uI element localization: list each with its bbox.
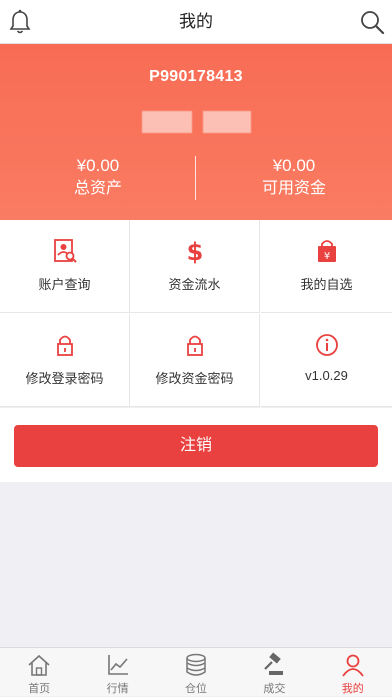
total-assets-label: 总资产 [73, 180, 122, 197]
tab-label: 我的 [341, 683, 364, 695]
tab-market[interactable]: 行情 [78, 648, 156, 697]
person-icon [342, 654, 364, 677]
menu-grid: 账户查询 $ 资金流水 ¥ 我的自选 修改登录密码 修改资金密码 v1.0.29 [0, 220, 392, 407]
top-bar: 我的 [0, 0, 392, 44]
available-funds: ¥0.00 可用资金 [196, 156, 392, 200]
menu-item-account-query[interactable]: 账户查询 [0, 220, 130, 313]
menu-item-change-login-password[interactable]: 修改登录密码 [0, 314, 130, 407]
tab-trades[interactable]: 成交 [235, 648, 313, 697]
home-icon [28, 654, 50, 676]
menu-item-label: 账户查询 [38, 277, 91, 292]
lock-icon [186, 335, 203, 356]
logout-section: 注销 [0, 408, 392, 482]
available-funds-label: 可用资金 [261, 180, 326, 197]
tab-home[interactable]: 首页 [0, 648, 78, 697]
menu-item-version[interactable]: v1.0.29 [261, 314, 392, 407]
coins-icon [186, 653, 206, 676]
tab-label: 行情 [106, 683, 129, 695]
menu-item-change-fund-password[interactable]: 修改资金密码 [130, 314, 260, 407]
menu-item-fund-flow[interactable]: $ 资金流水 [130, 220, 260, 313]
svg-text:$: $ [186, 238, 203, 264]
lock-icon [56, 335, 73, 356]
chart-icon [107, 655, 128, 675]
account-id: P990178413 [149, 68, 243, 85]
tab-mine[interactable]: 我的 [314, 648, 392, 697]
version-label: v1.0.29 [305, 368, 348, 383]
tab-label: 首页 [28, 683, 51, 695]
page-title: 我的 [179, 12, 213, 31]
total-assets-value: ¥0.00 [76, 156, 120, 175]
masked-name [142, 111, 192, 133]
info-icon [315, 334, 338, 356]
menu-item-label: 修改资金密码 [155, 371, 234, 386]
bottom-tab-bar: 首页 行情 仓位 成交 我的 [0, 647, 392, 696]
svg-text:¥: ¥ [323, 251, 329, 262]
dollar-icon: $ [186, 238, 203, 264]
menu-item-favorites[interactable]: ¥ 我的自选 [261, 220, 392, 313]
available-funds-value: ¥0.00 [272, 156, 316, 175]
menu-item-label: 修改登录密码 [25, 371, 104, 386]
search-icon[interactable] [358, 8, 386, 36]
tab-position[interactable]: 仓位 [157, 648, 235, 697]
masked-name [203, 111, 251, 133]
menu-item-label: 我的自选 [300, 277, 353, 292]
favorites-bag-icon: ¥ [317, 240, 336, 262]
menu-item-label: 资金流水 [168, 277, 221, 292]
tab-label: 仓位 [184, 683, 207, 695]
account-query-icon [53, 239, 77, 263]
gavel-icon [264, 652, 284, 675]
total-assets: ¥0.00 总资产 [0, 156, 196, 200]
tab-label: 成交 [263, 683, 286, 695]
logout-button[interactable]: 注销 [14, 425, 378, 467]
account-summary: P990178413 ¥0.00 总资产 ¥0.00 可用资金 [0, 44, 392, 220]
